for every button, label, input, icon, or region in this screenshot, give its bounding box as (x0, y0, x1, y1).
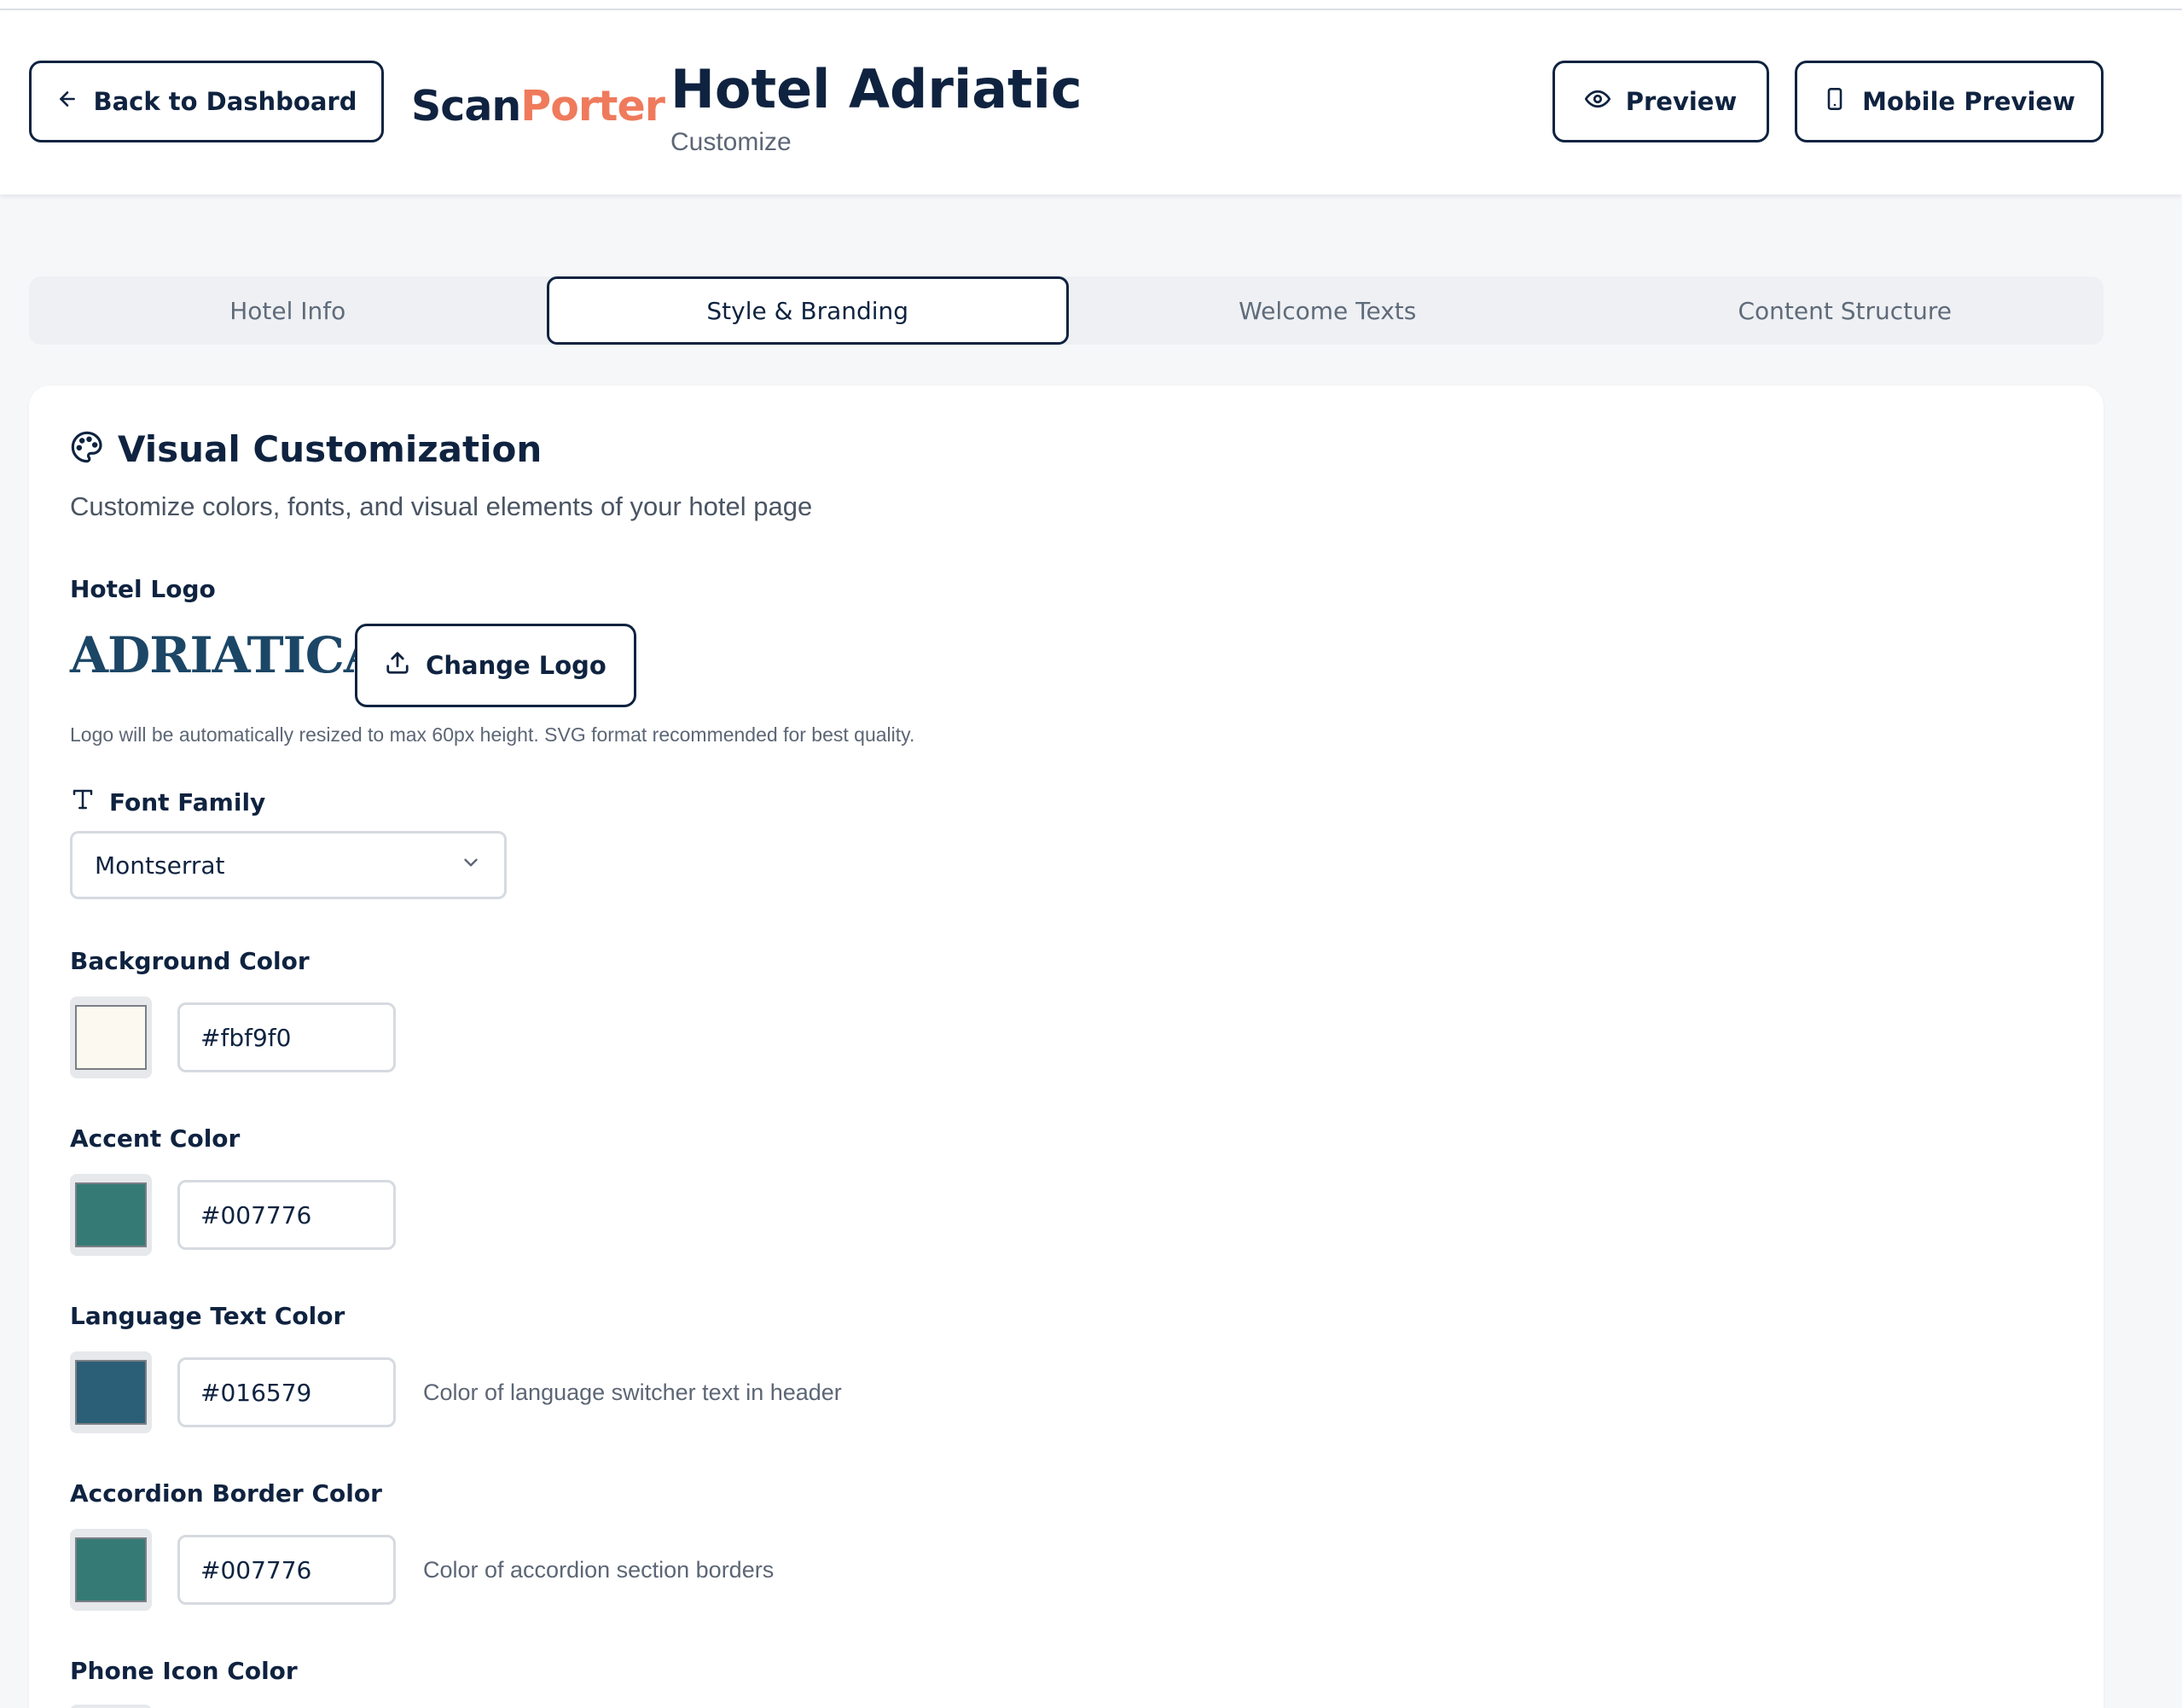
change-logo-label: Change Logo (426, 651, 606, 680)
accent-color-swatch (75, 1182, 147, 1247)
page-title: Hotel Adriatic (670, 58, 1082, 120)
font-family-label-text: Font Family (109, 788, 266, 816)
font-family-select[interactable]: Montserrat (70, 831, 507, 899)
preview-button[interactable]: Preview (1552, 61, 1769, 142)
language-text-color-input[interactable]: #016579 (177, 1357, 396, 1427)
palette-icon (70, 430, 104, 468)
font-family-value: Montserrat (95, 851, 225, 880)
upload-icon (385, 650, 410, 682)
mobile-preview-label: Mobile Preview (1862, 87, 2075, 116)
accordion-border-color-swatch (75, 1537, 147, 1602)
type-icon (70, 787, 96, 818)
back-to-dashboard-label: Back to Dashboard (93, 87, 357, 116)
language-text-color-swatch (75, 1360, 147, 1425)
language-text-color-label: Language Text Color (70, 1302, 345, 1330)
hotel-logo-label: Hotel Logo (70, 575, 216, 603)
background-color-label: Background Color (70, 947, 310, 975)
back-to-dashboard-button[interactable]: Back to Dashboard (29, 61, 384, 142)
arrow-left-icon (56, 87, 78, 116)
tab-style-branding[interactable]: Style & Branding (546, 276, 1069, 345)
visual-customization-card: Visual Customization Customize colors, f… (29, 386, 2104, 1708)
accent-color-label: Accent Color (70, 1124, 241, 1153)
phone-icon-color-picker[interactable] (70, 1705, 152, 1708)
language-text-color-row: #016579 Color of language switcher text … (70, 1351, 842, 1433)
top-border (0, 0, 2182, 10)
scanporter-logo[interactable]: ScanPorter (411, 82, 665, 131)
page-subtitle: Customize (670, 128, 792, 156)
font-family-label: Font Family (70, 787, 265, 818)
logo-hint: Logo will be automatically resized to ma… (70, 723, 915, 746)
preview-label: Preview (1625, 87, 1738, 116)
language-text-color-hint: Color of language switcher text in heade… (423, 1379, 842, 1405)
phone-icon-color-label: Phone Icon Color (70, 1657, 298, 1685)
accent-color-row: #007776 (70, 1174, 396, 1256)
tab-welcome-texts[interactable]: Welcome Texts (1069, 276, 1587, 345)
tab-content-structure[interactable]: Content Structure (1587, 276, 2104, 345)
accordion-border-color-input[interactable]: #007776 (177, 1535, 396, 1605)
tab-hotel-info[interactable]: Hotel Info (29, 276, 547, 345)
section-header: Visual Customization (70, 428, 542, 470)
section-description: Customize colors, fonts, and visual elem… (70, 491, 813, 521)
mobile-preview-button[interactable]: Mobile Preview (1795, 61, 2104, 142)
accordion-border-color-picker[interactable] (70, 1529, 152, 1611)
section-title: Visual Customization (118, 428, 543, 470)
eye-icon (1584, 86, 1610, 118)
phone-icon-color-row (70, 1705, 152, 1708)
smartphone-icon (1823, 85, 1847, 119)
settings-tabs: Hotel Info Style & Branding Welcome Text… (29, 276, 2104, 345)
change-logo-button[interactable]: Change Logo (355, 624, 636, 707)
accent-color-input[interactable]: #007776 (177, 1180, 396, 1250)
brand-scan: Scan (411, 82, 521, 131)
accordion-border-color-label: Accordion Border Color (70, 1479, 382, 1508)
background-color-row: #fbf9f0 (70, 996, 396, 1078)
brand-porter: Porter (520, 82, 665, 131)
language-text-color-picker[interactable] (70, 1351, 152, 1433)
background-color-picker[interactable] (70, 996, 152, 1078)
background-color-swatch (75, 1005, 147, 1070)
accordion-border-color-row: #007776 Color of accordion section borde… (70, 1529, 774, 1611)
accent-color-picker[interactable] (70, 1174, 152, 1256)
accordion-border-color-hint: Color of accordion section borders (423, 1556, 775, 1583)
chevron-down-icon (460, 851, 482, 880)
hotel-logo-image: ADRIATICA (70, 626, 382, 684)
app-header: Back to Dashboard ScanPorter Hotel Adria… (0, 10, 2182, 195)
background-color-input[interactable]: #fbf9f0 (177, 1002, 396, 1072)
